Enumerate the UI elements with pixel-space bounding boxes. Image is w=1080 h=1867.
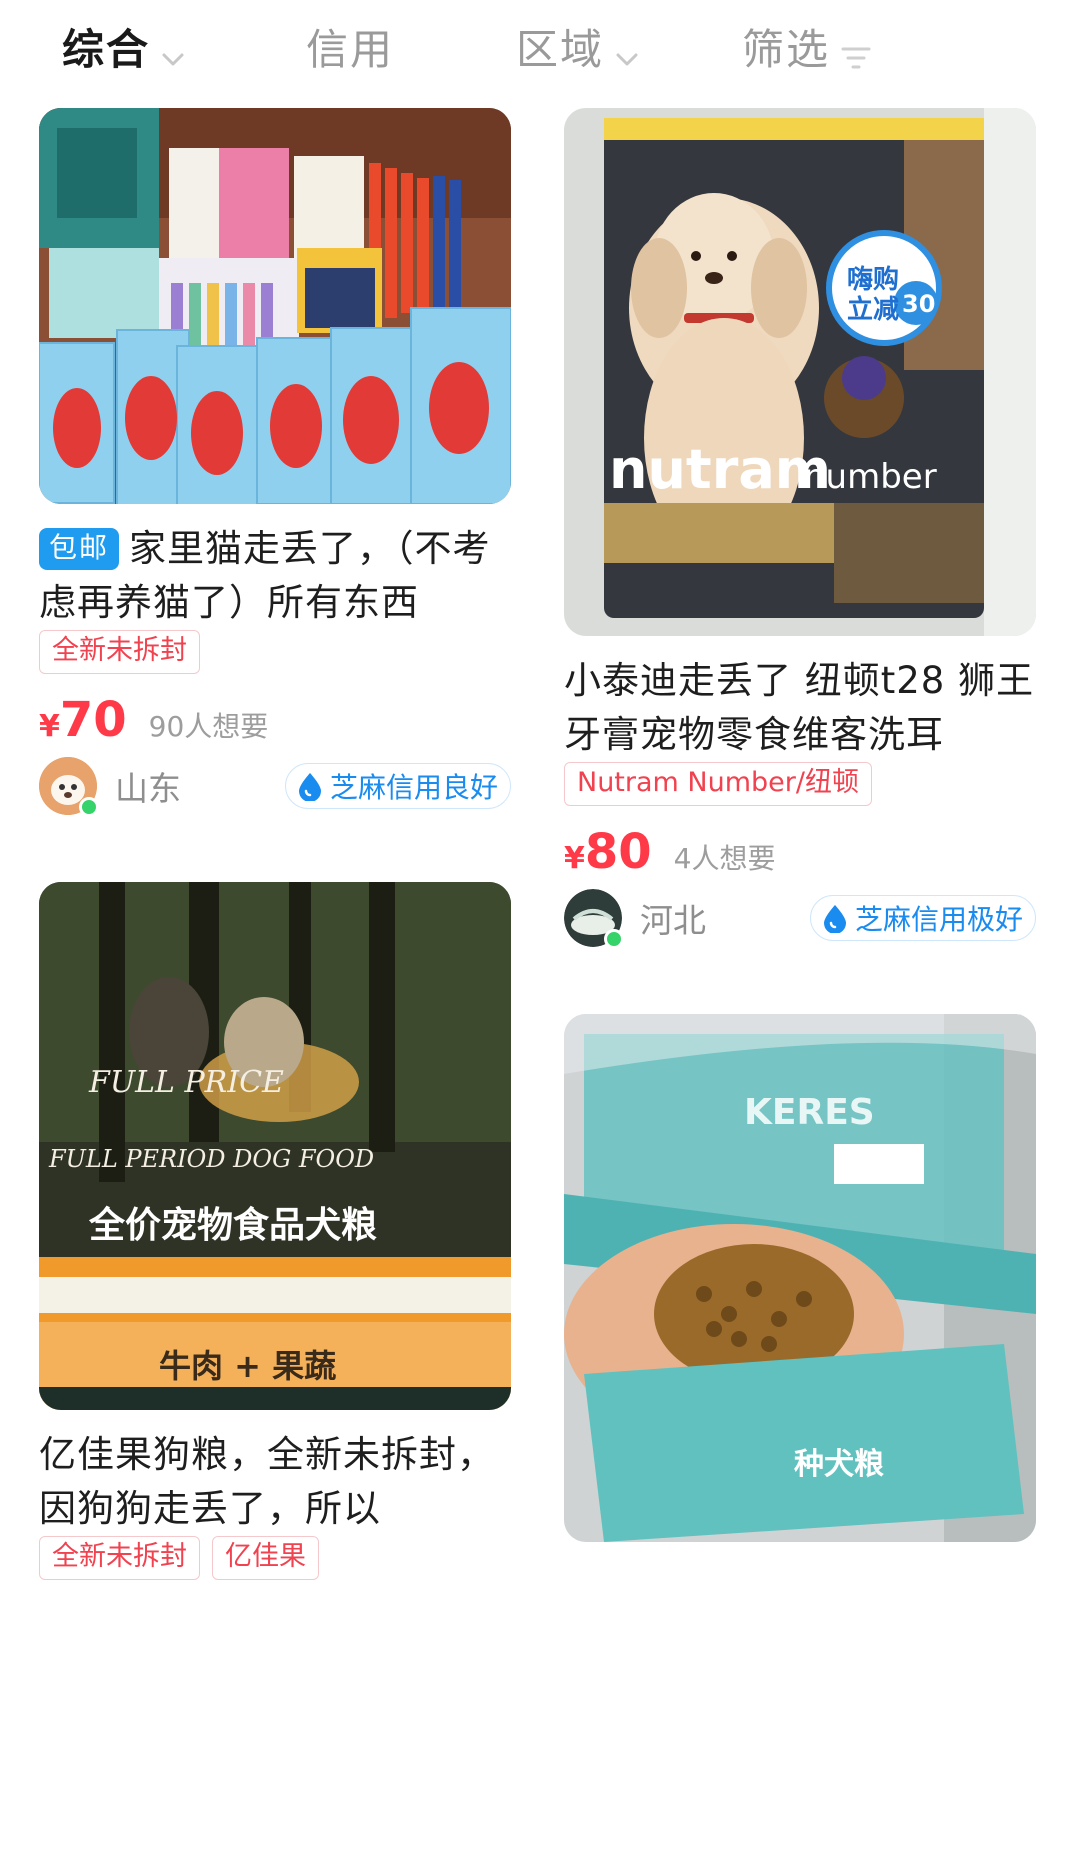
listing-card[interactable]: KERES 种犬粮: [564, 1014, 1036, 1867]
seller-row[interactable]: 河北 芝麻信用极好: [564, 888, 1036, 949]
promo-number: 30: [902, 290, 935, 318]
credit-badge: 芝麻信用良好: [284, 763, 511, 809]
filter-screen-label: 筛选: [742, 24, 831, 74]
pack-text-3: 全价宠物食品犬粮: [88, 1204, 377, 1246]
brand-tag: Nutram Number/纽顿: [564, 762, 872, 806]
listing-title[interactable]: 亿佳果狗粮，全新未拆封，因狗狗走丢了，所以: [39, 1428, 511, 1536]
avatar[interactable]: [39, 757, 99, 817]
pack-text-1: FULL PRICE: [88, 1065, 284, 1100]
region: 山东: [115, 769, 181, 808]
credit-text: 芝麻信用良好: [329, 771, 498, 804]
brand-text-2: number: [804, 457, 937, 497]
filter-bar: 综合 信用 区域 筛选: [0, 0, 1080, 100]
filter-credit-label: 信用: [306, 24, 395, 74]
listing-image[interactable]: KERES 种犬粮: [564, 1014, 1036, 1542]
online-indicator: [604, 929, 624, 949]
want-count: 4人想要: [673, 842, 776, 875]
tag-list: 全新未拆封 亿佳果: [39, 1536, 319, 1580]
filter-credit[interactable]: 信用: [306, 14, 394, 78]
listing-image[interactable]: FULL PRICE FULL PERIOD DOG FOOD 全价宠物食品犬粮…: [39, 882, 511, 1410]
seller-row[interactable]: 山东 芝麻信用良好: [39, 756, 511, 817]
avatar[interactable]: [564, 889, 624, 949]
filter-icon: [840, 33, 871, 69]
brand-text: nutram: [609, 438, 831, 501]
pack-text-4: 牛肉 + 果蔬: [159, 1347, 336, 1385]
listing-title[interactable]: 包邮 家里猫走丢了，（不考虑再养猫了）所有东西: [39, 522, 511, 630]
listing-title-text: 亿佳果狗粮，全新未拆封，因狗狗走丢了，所以: [39, 1433, 495, 1530]
credit-text: 芝麻信用极好: [854, 903, 1023, 936]
price-row: ¥80 4人想要: [564, 824, 776, 880]
sesame-credit-icon: [296, 771, 324, 801]
filter-screen[interactable]: 筛选: [742, 14, 871, 78]
listing-title[interactable]: 小泰迪走丢了 纽顿t28 狮王牙膏宠物零食维客洗耳: [564, 654, 1036, 762]
promo-text-1: 嗨购: [847, 265, 899, 295]
price-row: ¥70 90人想要: [39, 692, 268, 748]
free-shipping-badge: 包邮: [39, 528, 120, 570]
filter-comprehensive-label: 综合: [62, 24, 151, 74]
brand-tag: 亿佳果: [212, 1536, 319, 1580]
tag-list: Nutram Number/纽顿: [564, 762, 872, 806]
condition-tag: 全新未拆封: [39, 630, 200, 674]
pack-label-text: 种犬粮: [794, 1447, 884, 1482]
chevron-down-icon: [614, 33, 640, 66]
pack-brand-text: KERES: [744, 1092, 875, 1133]
filter-region[interactable]: 区域: [516, 14, 640, 78]
pack-text-2: FULL PERIOD DOG FOOD: [48, 1145, 374, 1173]
chevron-down-icon: [160, 33, 186, 66]
region: 河北: [640, 901, 706, 940]
filter-comprehensive[interactable]: 综合: [62, 14, 186, 78]
credit-badge: 芝麻信用极好: [809, 895, 1036, 941]
listing-image[interactable]: [39, 108, 511, 504]
condition-tag: 全新未拆封: [39, 1536, 200, 1580]
listing-image[interactable]: 嗨购 立减 30 nutram number: [564, 108, 1036, 636]
listing-title-text: 小泰迪走丢了 纽顿t28 狮王牙膏宠物零食维客洗耳: [564, 659, 1035, 756]
tag-list: 全新未拆封: [39, 630, 200, 674]
listing-card[interactable]: FULL PRICE FULL PERIOD DOG FOOD 全价宠物食品犬粮…: [39, 882, 511, 1867]
price: ¥70: [39, 692, 127, 748]
promo-text-2: 立减: [847, 294, 899, 325]
online-indicator: [79, 797, 99, 817]
price: ¥80: [564, 824, 652, 880]
listing-card[interactable]: 嗨购 立减 30 nutram number 小泰迪走丢了 纽顿t28 狮王牙膏…: [564, 108, 1036, 958]
want-count: 90人想要: [148, 710, 269, 743]
listing-card[interactable]: 包邮 家里猫走丢了，（不考虑再养猫了）所有东西 全新未拆封 ¥70 90人想要 山…: [39, 108, 511, 818]
filter-region-label: 区域: [516, 24, 605, 74]
sesame-credit-icon: [821, 903, 849, 933]
